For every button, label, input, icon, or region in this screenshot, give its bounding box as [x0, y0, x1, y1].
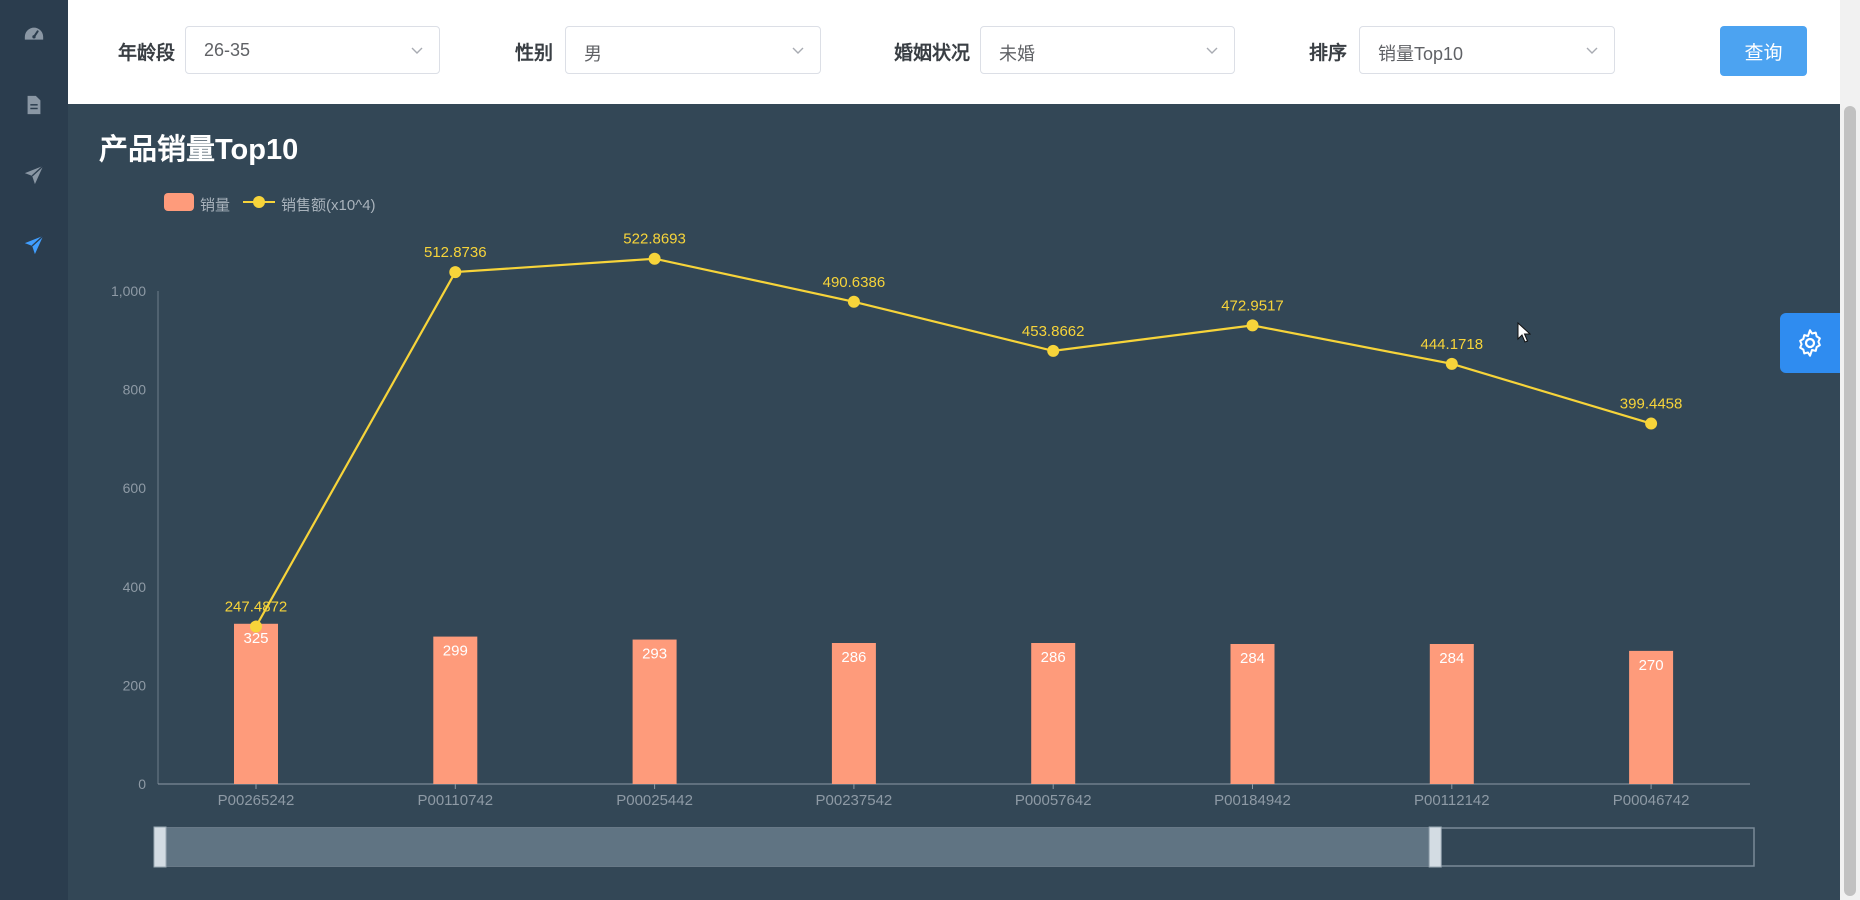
gender-select[interactable]: 男: [565, 26, 821, 74]
bar-data-label: 286: [841, 649, 866, 666]
y-tick-label: 0: [138, 776, 146, 792]
line-point: [847, 295, 860, 308]
paper-plane-icon: [24, 235, 44, 255]
chevron-down-icon: [1206, 47, 1218, 54]
marital-filter-label: 婚姻状况: [894, 43, 971, 64]
dashboard-icon: [24, 27, 44, 40]
age-select[interactable]: 26-35: [185, 26, 440, 74]
line-data-label: 444.1718: [1421, 336, 1484, 353]
scrollbar-thumb[interactable]: [1844, 106, 1856, 896]
gender-filter-label: 性别: [515, 43, 554, 64]
age-select-value: 26-35: [204, 40, 251, 60]
gear-icon: [1799, 329, 1821, 357]
sidebar-item-send-active[interactable]: [14, 225, 54, 265]
x-tick-label: P00110742: [417, 792, 493, 809]
marital-select-value: 未婚: [999, 44, 1035, 64]
bar-data-label: 299: [443, 643, 468, 660]
sort-filter-label: 排序: [1309, 43, 1348, 64]
document-icon: [27, 95, 41, 115]
x-tick-label: P00265242: [218, 792, 295, 809]
x-tick-label: P00237542: [816, 792, 893, 809]
bar-sales-volume: [234, 623, 278, 784]
sales-chart: 0 200 400 600 800 1,000 P00265242 P00110742 P000…: [111, 231, 1755, 868]
age-filter-label: 年龄段: [118, 43, 176, 64]
datazoom-selected-range: [160, 828, 1436, 866]
chevron-down-icon: [1586, 47, 1598, 54]
settings-button[interactable]: [1780, 313, 1840, 373]
y-tick-label: 200: [123, 677, 147, 693]
x-tick-label: P00184942: [1214, 792, 1291, 809]
line-sales-amount: [255, 257, 1652, 628]
x-tick-label: P00025442: [616, 792, 693, 809]
line-point: [1047, 344, 1060, 357]
x-tick-label: P00046742: [1613, 792, 1690, 809]
bar-data-label: 286: [1041, 649, 1066, 666]
sidebar-item-document[interactable]: [14, 85, 54, 125]
query-button[interactable]: 查询: [1720, 26, 1807, 76]
sort-select[interactable]: 销量Top10: [1359, 26, 1615, 74]
datazoom-end-handle[interactable]: [1428, 826, 1442, 868]
y-tick-label: 600: [123, 480, 147, 496]
chevron-down-icon: [792, 47, 804, 54]
line-data-label: 399.4458: [1620, 396, 1683, 413]
line-point: [1246, 319, 1259, 332]
x-tick-label: P00057642: [1015, 792, 1092, 809]
line-point: [1645, 417, 1658, 430]
bar-data-label: 284: [1439, 650, 1464, 667]
sidebar-item-dashboard[interactable]: [14, 15, 54, 55]
y-tick-label: 800: [123, 382, 147, 398]
y-tick-label: 1,000: [111, 283, 146, 299]
y-tick-label: 400: [123, 579, 147, 595]
marital-select[interactable]: 未婚: [980, 26, 1235, 74]
line-data-label: 472.9517: [1221, 297, 1284, 314]
bar-data-label: 270: [1639, 657, 1664, 674]
bar-data-label: 284: [1240, 650, 1265, 667]
line-data-label: 453.8662: [1022, 323, 1085, 340]
line-data-label: 490.6386: [823, 274, 886, 291]
sort-select-value: 销量Top10: [1378, 44, 1464, 64]
line-data-label: 512.8736: [424, 244, 487, 261]
datazoom-start-handle[interactable]: [153, 826, 167, 868]
mouse-cursor-icon: [1517, 322, 1531, 343]
paper-plane-icon: [24, 165, 44, 185]
sidebar-item-send[interactable]: [14, 155, 54, 195]
line-point: [250, 620, 262, 633]
bar-data-label: 293: [642, 646, 667, 663]
line-point: [648, 252, 661, 265]
filter-bar: 年龄段 26-35 性别 男 婚姻状况 未婚 排序 销量Top10 查询: [68, 0, 1840, 104]
page-scrollbar[interactable]: [1840, 0, 1860, 900]
line-data-label: 522.8693: [623, 231, 686, 248]
gender-select-value: 男: [584, 44, 602, 64]
sidebar: [0, 0, 68, 900]
line-data-label: 247.4872: [225, 599, 288, 616]
x-tick-label: P00112142: [1414, 792, 1490, 809]
chart-panel: 产品销量Top10 销量 销售额(x10^4) 0 200 400 600 800 1,0…: [68, 104, 1840, 900]
chevron-down-icon: [411, 47, 423, 54]
line-point: [449, 266, 462, 279]
line-point: [1445, 357, 1458, 370]
